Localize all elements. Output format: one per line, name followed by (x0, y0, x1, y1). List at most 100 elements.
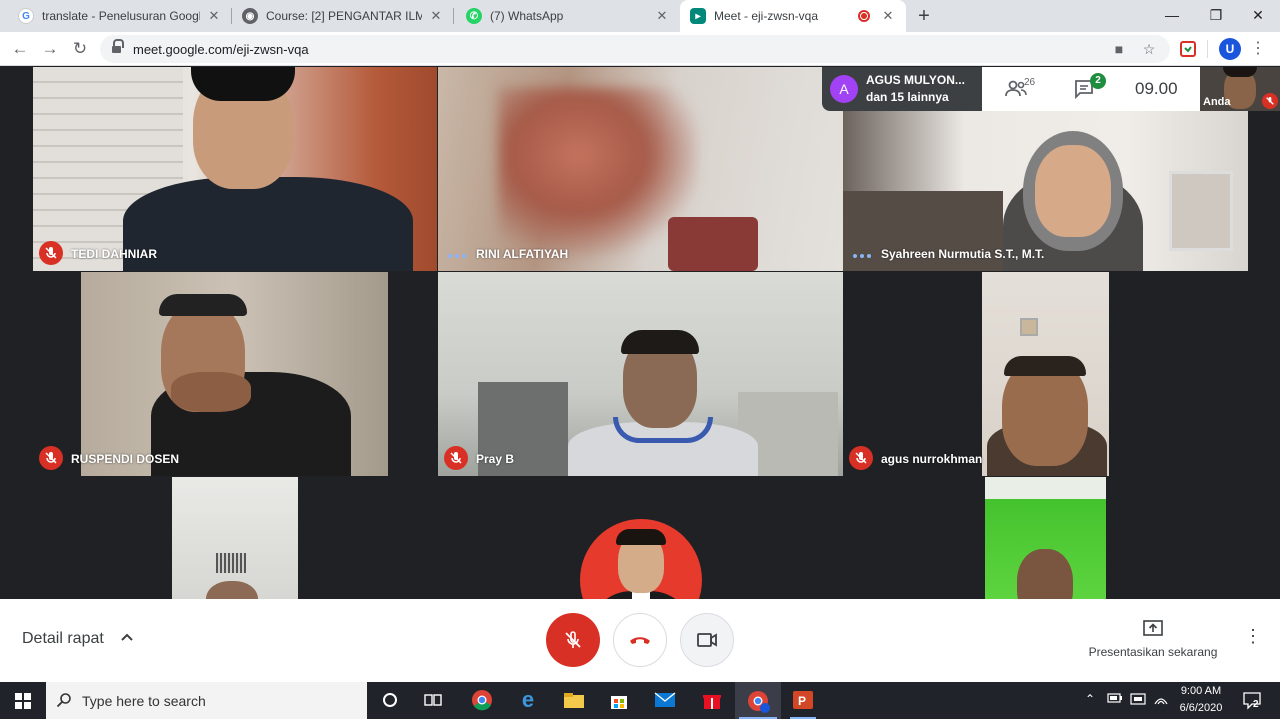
tray-chevron-icon[interactable]: ⌃ (1085, 692, 1095, 706)
reload-icon[interactable]: ↻ (68, 37, 92, 61)
recording-indicator-icon (858, 10, 870, 22)
mail-icon[interactable] (652, 688, 678, 712)
network-status-icon[interactable] (1130, 692, 1146, 709)
participant-tile[interactable]: Pray B (438, 272, 843, 476)
meet-icon: ▸ (690, 8, 706, 24)
tab-google-search[interactable]: G translate - Penelusuran Google ✕ (8, 0, 232, 32)
video-camera-icon (697, 633, 717, 647)
extension-icon[interactable] (1178, 39, 1198, 59)
chat-unread-badge: 2 (1090, 73, 1106, 89)
participant-tile[interactable]: agus nurrokhman (843, 272, 1248, 476)
tab-whatsapp[interactable]: ✆ (7) WhatsApp ✕ (456, 0, 680, 32)
url-text: meet.google.com/eji-zwsn-vqa (133, 42, 309, 57)
chrome-active-task[interactable] (735, 682, 781, 719)
camera-toggle-button[interactable] (680, 613, 734, 667)
self-view-tile[interactable]: Anda (1200, 67, 1280, 111)
microphone-toggle-button[interactable] (546, 613, 600, 667)
powerpoint-icon[interactable]: P (790, 688, 816, 712)
mic-off-icon (444, 446, 468, 470)
mic-off-icon (39, 446, 63, 470)
google-icon: G (18, 8, 34, 24)
tab-course[interactable]: ◉ Course: [2] PENGANTAR ILMU EK ✕ (232, 0, 454, 32)
lock-icon (112, 39, 124, 54)
tab-strip: G translate - Penelusuran Google ✕ ◉ Cou… (0, 0, 1280, 32)
participant-tile[interactable]: RINI ALFATIYAH (438, 67, 843, 271)
speaking-indicator-icon (853, 254, 871, 258)
address-bar[interactable]: meet.google.com/eji-zwsn-vqa ■ ☆ (100, 35, 1170, 63)
bookmark-star-icon[interactable]: ☆ (1140, 40, 1158, 58)
leave-call-button[interactable] (613, 613, 667, 667)
cortana-icon[interactable] (377, 688, 403, 712)
speaking-indicator-icon (448, 254, 466, 258)
participant-avatar (580, 519, 702, 599)
browser-menu-icon[interactable]: ⋮ (1250, 37, 1266, 61)
participant-name: Pray B (476, 452, 515, 466)
tab-title: translate - Penelusuran Google (42, 9, 200, 23)
mic-off-icon (849, 446, 873, 470)
present-screen-icon[interactable] (1086, 619, 1220, 642)
hang-up-icon (630, 637, 650, 644)
gift-app-icon[interactable] (699, 688, 725, 712)
participant-hair (621, 330, 699, 354)
close-tab-icon[interactable]: ✕ (880, 8, 896, 24)
participant-name: agus nurrokhman (881, 452, 983, 466)
participant-tile[interactable]: RUSPENDI DOSEN (33, 272, 437, 476)
windows-logo-icon (15, 692, 31, 709)
participant-name: RINI ALFATIYAH (476, 247, 569, 261)
video-frame (982, 272, 1109, 476)
whatsapp-icon: ✆ (466, 8, 482, 24)
present-now-button[interactable]: Presentasikan sekarang (1086, 645, 1220, 659)
profile-avatar[interactable]: U (1219, 38, 1241, 60)
close-tab-icon[interactable]: ✕ (428, 8, 444, 24)
taskbar-search-box[interactable]: Type here to search (46, 682, 367, 719)
participant-avatar-initial: A (830, 75, 858, 103)
participant-tile[interactable]: TEDI DAHNIAR (33, 67, 437, 271)
meeting-details-button[interactable]: Detail rapat (22, 630, 104, 648)
maximize-button[interactable]: ❐ (1194, 0, 1238, 30)
background-frame (1169, 171, 1233, 251)
new-tab-button[interactable]: + (912, 4, 936, 28)
tab-title: (7) WhatsApp (490, 9, 564, 23)
participant-tile[interactable]: Syahreen Nurmutia S.T., M.T. (843, 111, 1248, 271)
close-window-button[interactable]: ✕ (1236, 0, 1280, 30)
participant-hair (616, 529, 666, 545)
participant-hair (1004, 356, 1086, 376)
taskbar-time[interactable]: 9:00 AM (1176, 685, 1226, 697)
participant-tile[interactable] (33, 477, 437, 599)
presenter-chip[interactable]: A AGUS MULYON... dan 15 lainnya (822, 67, 982, 111)
camera-icon[interactable]: ■ (1110, 40, 1128, 58)
meeting-info-bar: 26 2 09.00 (982, 67, 1200, 111)
notification-center-icon[interactable]: 2 (1242, 690, 1262, 710)
globe-icon: ◉ (242, 8, 258, 24)
self-view-label: Anda (1203, 96, 1231, 108)
minimize-button[interactable]: — (1150, 0, 1194, 30)
store-icon[interactable] (606, 688, 632, 712)
meeting-clock: 09.00 (1135, 79, 1178, 98)
video-frame (172, 477, 298, 599)
edge-icon[interactable]: e (515, 688, 541, 712)
wifi-icon[interactable] (1153, 692, 1169, 709)
participant-name: TEDI DAHNIAR (71, 247, 157, 261)
search-placeholder: Type here to search (82, 693, 206, 709)
windows-start-button[interactable] (0, 682, 46, 719)
file-explorer-icon[interactable] (561, 688, 587, 712)
more-options-icon[interactable]: ⋮ (1244, 626, 1262, 654)
chrome-taskbar-icon[interactable] (469, 688, 495, 712)
close-tab-icon[interactable]: ✕ (654, 8, 670, 24)
video-frame (985, 477, 1106, 599)
taskbar-date[interactable]: 6/6/2020 (1176, 702, 1226, 714)
chrome-profile-taskbar-icon (746, 689, 770, 718)
forward-icon[interactable]: → (38, 37, 62, 61)
back-icon[interactable]: ← (8, 37, 32, 61)
participant-tile[interactable] (843, 477, 1248, 599)
close-tab-icon[interactable]: ✕ (206, 8, 222, 24)
task-view-icon[interactable] (421, 688, 447, 712)
participant-hair (191, 67, 295, 101)
battery-icon[interactable] (1107, 692, 1123, 707)
participant-hair (1223, 67, 1257, 77)
self-mic-off-icon (1262, 93, 1278, 109)
tab-meet[interactable]: ▸ Meet - eji-zwsn-vqa ✕ (680, 0, 906, 32)
windows-taskbar: Type here to search e P ⌃ 9:00 AM 6/6/20… (0, 682, 1280, 719)
chevron-up-icon[interactable] (120, 630, 134, 647)
svg-text:P: P (798, 694, 806, 708)
